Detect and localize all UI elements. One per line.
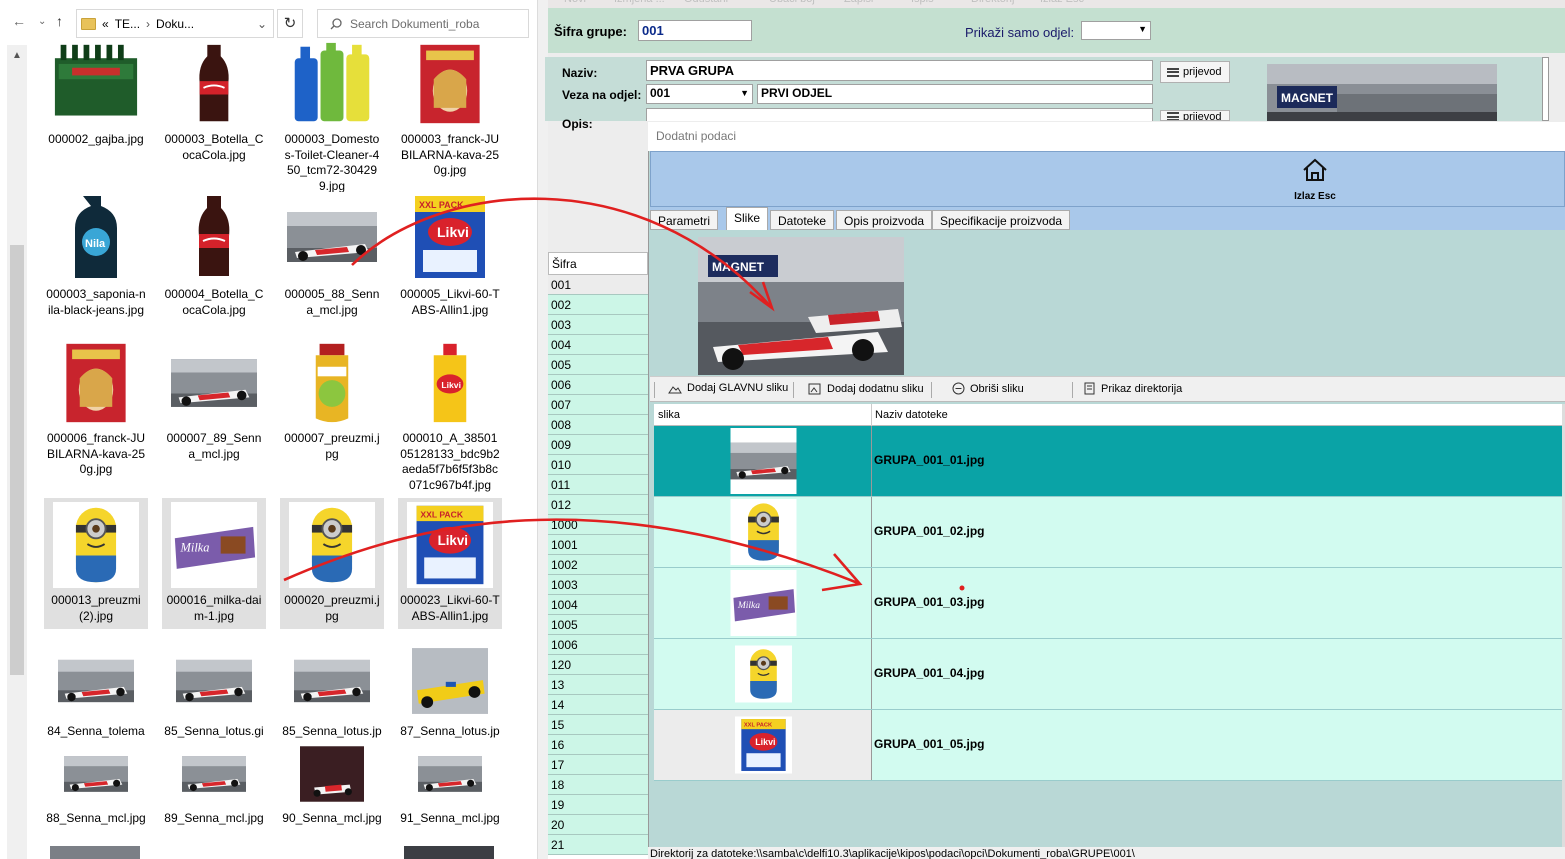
status-bar: Direktorij za datoteke:\\samba\c\delfi10… — [648, 847, 1565, 859]
image-table-row[interactable]: GRUPA_001_04.jpg — [654, 639, 1565, 710]
image-table-row[interactable]: GRUPA_001_01.jpg — [654, 426, 1565, 497]
thumbnail-image — [730, 499, 796, 565]
thumbnail-shape — [730, 442, 796, 453]
filename-cell: GRUPA_001_05.jpg — [874, 737, 985, 751]
thumbnail-shape: Milka — [736, 601, 759, 611]
thumbnail-shape — [745, 753, 781, 768]
thumbnail-image — [734, 645, 792, 703]
filename-cell: GRUPA_001_04.jpg — [874, 666, 985, 680]
thumbnail-shape — [747, 540, 779, 561]
thumbnail-image — [730, 428, 796, 494]
image-cell: XXL PACK Likvi — [654, 710, 872, 780]
thumbnail-shape — [768, 596, 788, 610]
image-cell — [654, 426, 872, 496]
image-cell: Milka — [654, 568, 872, 638]
image-cell — [654, 497, 872, 567]
thumbnail-shape — [780, 466, 788, 475]
image-table-row[interactable]: Milka GRUPA_001_03.jpg — [654, 568, 1565, 639]
filename-cell: GRUPA_001_01.jpg — [874, 453, 985, 467]
thumbnail-shape: Likvi — [755, 737, 775, 747]
thumbnail-image: XXL PACK Likvi — [734, 716, 792, 774]
thumbnail-shape — [749, 680, 777, 699]
thumbnail-shape: XXL PACK — [743, 723, 772, 729]
image-cell — [654, 639, 872, 709]
thumbnail-shape — [738, 471, 746, 479]
thumbnail-shape — [760, 516, 766, 523]
filename-cell: GRUPA_001_03.jpg — [874, 595, 985, 609]
images-table: GRUPA_001_01.jpg GRUPA_001_02.jpg Milka GRU… — [0, 0, 1565, 859]
image-table-row[interactable]: XXL PACK Likvi GRUPA_001_05.jpg — [654, 710, 1565, 781]
image-table-row[interactable]: GRUPA_001_02.jpg — [654, 497, 1565, 568]
thumbnail-shape — [760, 660, 766, 666]
thumbnail-image: Milka — [730, 570, 796, 636]
filename-cell: GRUPA_001_02.jpg — [874, 524, 985, 538]
